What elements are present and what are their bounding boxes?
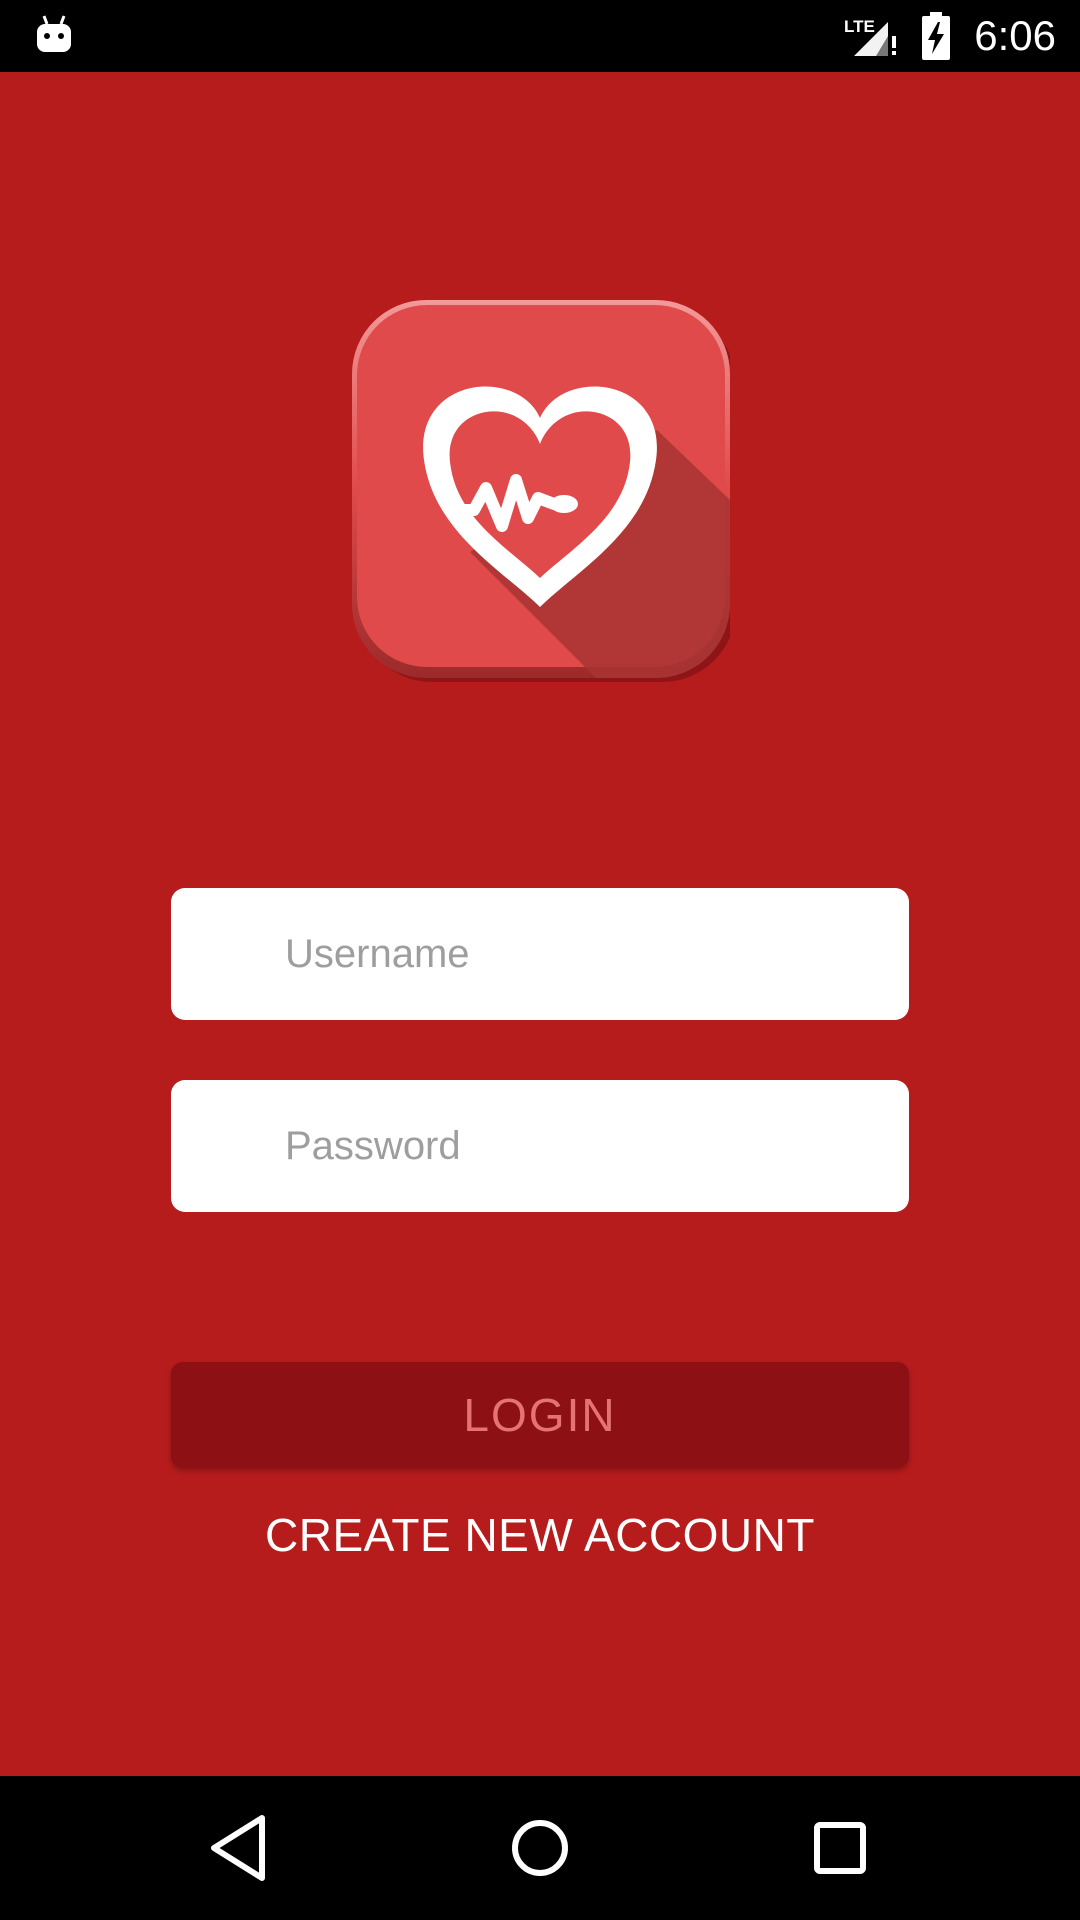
heart-pulse-icon <box>352 300 730 682</box>
password-field[interactable] <box>171 1080 909 1212</box>
create-account-button[interactable]: CREATE NEW ACCOUNT <box>171 1500 909 1570</box>
status-time: 6:06 <box>974 12 1056 59</box>
login-button[interactable]: LOGIN <box>171 1362 909 1468</box>
network-label: LTE <box>844 17 875 36</box>
status-bar: LTE 6:06 <box>0 0 1080 72</box>
create-account-label: CREATE NEW ACCOUNT <box>265 1509 815 1561</box>
battery-charging-icon <box>922 12 950 60</box>
navigation-bar <box>0 1776 1080 1920</box>
back-icon[interactable] <box>200 1808 280 1888</box>
username-field[interactable] <box>171 888 909 1020</box>
home-icon[interactable] <box>500 1808 580 1888</box>
lte-signal-icon: LTE <box>844 17 896 56</box>
android-notification-icon <box>37 15 71 52</box>
recents-icon[interactable] <box>800 1808 880 1888</box>
login-button-label: LOGIN <box>463 1389 617 1441</box>
login-screen: LTE 6:06 Username LOGIN CREATE NEW ACCOU… <box>0 0 1080 1920</box>
